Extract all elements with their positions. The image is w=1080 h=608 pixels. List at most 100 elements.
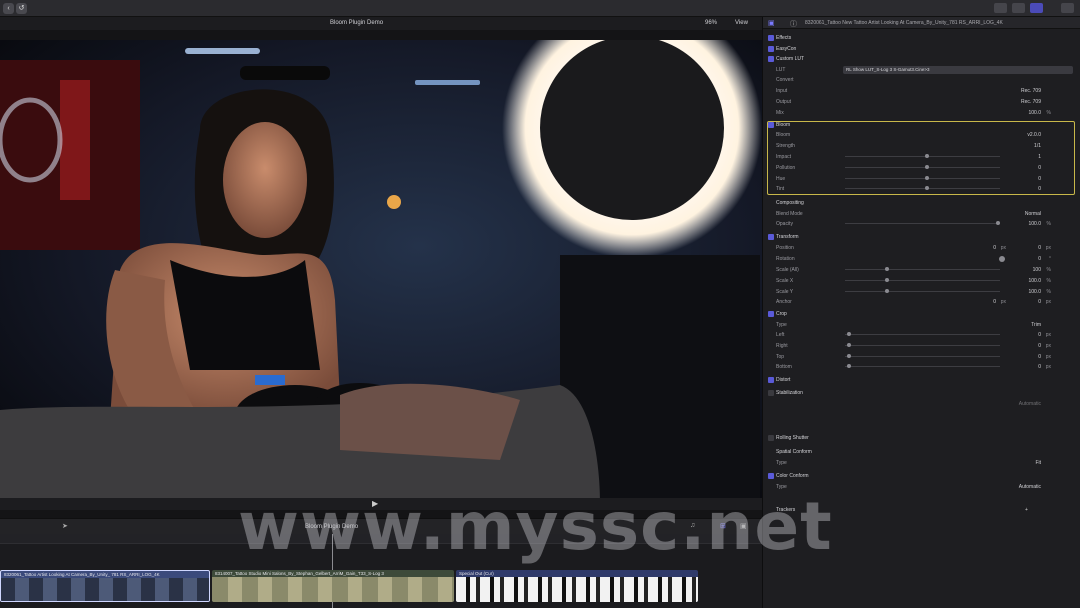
slider-knob[interactable] bbox=[925, 176, 929, 180]
rolling-shutter-section[interactable]: Rolling Shutter bbox=[763, 433, 1080, 443]
hue-slider[interactable] bbox=[845, 176, 1000, 180]
scale-all-value[interactable]: 100 bbox=[1033, 265, 1041, 275]
anchor-x-value[interactable]: 0 bbox=[993, 297, 996, 307]
tool-select-icon[interactable]: ➤ bbox=[62, 522, 68, 530]
timeline-clip[interactable]: 8314007_Tattoo Studio Mini Salons_By_Ste… bbox=[212, 570, 454, 602]
tint-slider[interactable] bbox=[845, 186, 1000, 190]
transform-checkbox[interactable] bbox=[768, 234, 774, 240]
history-icon[interactable]: ↺ bbox=[16, 3, 27, 14]
tint-value[interactable]: 0 bbox=[1038, 184, 1041, 194]
impact-value[interactable]: 1 bbox=[1038, 152, 1041, 162]
view-menu[interactable]: View bbox=[735, 20, 748, 26]
strength-popup[interactable]: 1/1 bbox=[1034, 141, 1041, 151]
crop-bottom-slider[interactable] bbox=[845, 364, 1000, 368]
slider-knob[interactable] bbox=[847, 354, 851, 358]
position-y-value[interactable]: 0 bbox=[1038, 243, 1041, 253]
position-x-value[interactable]: 0 bbox=[993, 243, 996, 253]
easycon-checkbox[interactable] bbox=[768, 46, 774, 52]
transform-section[interactable]: Transform bbox=[763, 232, 1080, 242]
scale-x-value[interactable]: 100.0 bbox=[1028, 276, 1041, 286]
scale-y-slider[interactable] bbox=[845, 289, 1000, 293]
pollution-slider[interactable] bbox=[845, 165, 1000, 169]
stabilization-checkbox[interactable] bbox=[768, 390, 774, 396]
slider-knob[interactable] bbox=[885, 289, 889, 293]
crop-bottom-row: Bottom 0 px bbox=[763, 362, 1080, 372]
crop-section[interactable]: Crop bbox=[763, 309, 1080, 319]
color-conform-section[interactable]: Color Conform bbox=[763, 471, 1080, 481]
inspector-toggle-icon[interactable] bbox=[1030, 3, 1043, 13]
stabilization-method-popup[interactable]: Automatic bbox=[1019, 399, 1041, 409]
video-frame[interactable] bbox=[0, 40, 762, 498]
custom-lut-label: Custom LUT bbox=[776, 56, 805, 62]
opacity-slider[interactable] bbox=[845, 221, 1000, 225]
crop-type-popup[interactable]: Trim bbox=[1031, 320, 1041, 330]
custom-lut-row[interactable]: Custom LUT bbox=[763, 54, 1080, 64]
lut-popup[interactable]: RL Show LUT_S-Log 3 S-Gamut3.Cine>3 bbox=[843, 66, 1073, 74]
effects-checkbox[interactable] bbox=[768, 35, 774, 41]
info-icon[interactable]: ⓘ bbox=[790, 19, 797, 29]
blend-mode-popup[interactable]: Normal bbox=[1025, 209, 1041, 219]
scale-y-value[interactable]: 100.0 bbox=[1028, 287, 1041, 297]
crop-right-slider[interactable] bbox=[845, 343, 1000, 347]
convert-row[interactable]: Convert bbox=[763, 75, 1080, 85]
spatial-type-popup[interactable]: Fit bbox=[1035, 458, 1041, 468]
anchor-y-value[interactable]: 0 bbox=[1038, 297, 1041, 307]
bloom-version[interactable]: v2.0.0 bbox=[1027, 130, 1041, 140]
easycon-row[interactable]: EasyCon bbox=[763, 44, 1080, 54]
scale-all-slider[interactable] bbox=[845, 267, 1000, 271]
slider-knob[interactable] bbox=[925, 186, 929, 190]
crop-left-value[interactable]: 0 bbox=[1038, 330, 1041, 340]
crop-top-slider[interactable] bbox=[845, 354, 1000, 358]
mix-value[interactable]: 100.0 bbox=[1028, 108, 1041, 118]
timeline-clip[interactable]: 8320061_Tattoo Artist Looking At Camera_… bbox=[0, 570, 210, 602]
mix-row: Mix 100.0 % bbox=[763, 108, 1080, 118]
rotation-value[interactable]: 0 bbox=[1038, 254, 1041, 264]
hue-value[interactable]: 0 bbox=[1038, 174, 1041, 184]
rotation-dial-icon[interactable] bbox=[999, 256, 1005, 262]
strength-row: Strength 1/1 bbox=[763, 141, 1080, 151]
slider-knob[interactable] bbox=[847, 332, 851, 336]
scale-x-slider[interactable] bbox=[845, 278, 1000, 282]
impact-slider[interactable] bbox=[845, 154, 1000, 158]
grid-view-icon[interactable] bbox=[994, 3, 1007, 13]
timeline-toggle-icon[interactable] bbox=[1012, 3, 1025, 13]
effects-label: Effects bbox=[776, 35, 792, 41]
slider-knob[interactable] bbox=[885, 267, 889, 271]
add-tracker-icon[interactable]: + bbox=[1025, 505, 1028, 515]
crop-checkbox[interactable] bbox=[768, 311, 774, 317]
crop-top-label: Top bbox=[776, 354, 785, 360]
pollution-label: Pollution bbox=[776, 165, 796, 171]
zoom-menu[interactable]: 96% bbox=[705, 20, 717, 26]
effects-header[interactable]: Effects bbox=[763, 33, 1080, 43]
distort-label: Distort bbox=[776, 377, 791, 383]
custom-lut-checkbox[interactable] bbox=[768, 56, 774, 62]
distort-section[interactable]: Distort bbox=[763, 375, 1080, 385]
slider-knob[interactable] bbox=[885, 278, 889, 282]
crop-left-slider[interactable] bbox=[845, 332, 1000, 336]
crop-top-value[interactable]: 0 bbox=[1038, 352, 1041, 362]
pollution-value[interactable]: 0 bbox=[1038, 163, 1041, 173]
input-popup[interactable]: Rec. 709 bbox=[1021, 86, 1041, 96]
slider-knob[interactable] bbox=[996, 221, 1000, 225]
distort-checkbox[interactable] bbox=[768, 377, 774, 383]
color-type-popup[interactable]: Automatic bbox=[1019, 482, 1041, 492]
color-conform-checkbox[interactable] bbox=[768, 473, 774, 479]
bloom-checkbox[interactable] bbox=[768, 122, 774, 128]
compositing-row[interactable]: Compositing bbox=[763, 198, 1080, 208]
opacity-value[interactable]: 100.0 bbox=[1028, 219, 1041, 229]
share-icon[interactable] bbox=[1061, 3, 1074, 13]
video-inspector-icon[interactable]: ▣ bbox=[768, 19, 775, 27]
stabilization-section[interactable]: Stabilization bbox=[763, 388, 1080, 398]
crop-right-value[interactable]: 0 bbox=[1038, 341, 1041, 351]
slider-knob[interactable] bbox=[847, 364, 851, 368]
back-icon[interactable]: ‹ bbox=[3, 3, 14, 14]
crop-bottom-value[interactable]: 0 bbox=[1038, 362, 1041, 372]
rolling-shutter-checkbox[interactable] bbox=[768, 435, 774, 441]
spatial-conform-section[interactable]: Spatial Conform bbox=[763, 447, 1080, 457]
output-popup[interactable]: Rec. 709 bbox=[1021, 97, 1041, 107]
slider-knob[interactable] bbox=[847, 343, 851, 347]
timeline-clip[interactable]: Special Out (Cur) bbox=[456, 570, 698, 602]
slider-knob[interactable] bbox=[925, 165, 929, 169]
bloom-section[interactable]: Bloom bbox=[763, 120, 1080, 130]
slider-knob[interactable] bbox=[925, 154, 929, 158]
